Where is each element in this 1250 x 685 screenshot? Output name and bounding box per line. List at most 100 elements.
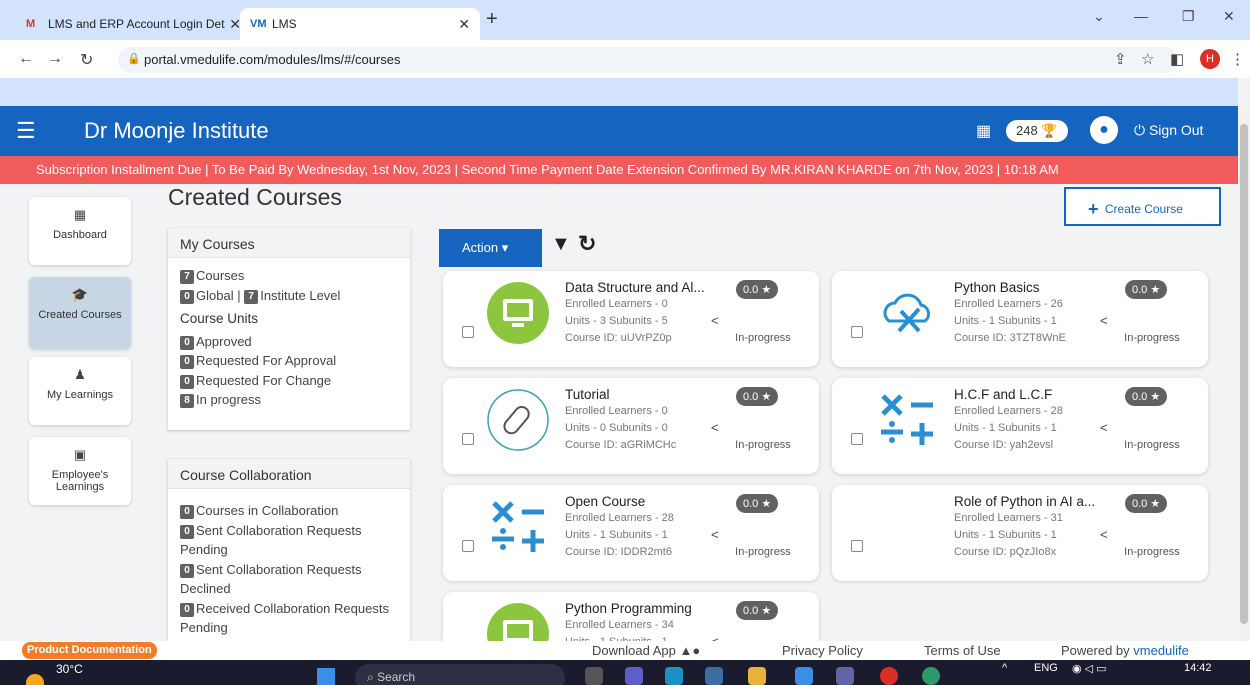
course-title[interactable]: Tutorial [565, 387, 725, 402]
language-indicator[interactable]: ENG [1034, 662, 1058, 674]
browser-tab-gmail[interactable]: M LMS and ERP Account Login Det ✕ [16, 8, 251, 40]
action-dropdown-button[interactable]: Action ▾ [439, 229, 542, 267]
bookmark-star-icon[interactable]: ☆ [1141, 50, 1154, 68]
user-account-icon[interactable]: ● [1090, 116, 1118, 144]
rating-badge: 0.0 ★ [1125, 494, 1168, 513]
tray-chevron-icon[interactable]: ^ [1002, 662, 1007, 674]
course-title[interactable]: H.C.F and L.C.F [954, 387, 1114, 402]
course-title[interactable]: Python Basics [954, 280, 1114, 295]
course-checkbox[interactable] [851, 540, 863, 552]
new-tab-button[interactable]: + [486, 8, 498, 31]
profile-avatar[interactable]: H [1200, 49, 1220, 69]
chrome-icon[interactable] [880, 667, 898, 685]
refresh-icon[interactable]: ↻ [578, 231, 596, 257]
teams-icon[interactable] [625, 667, 643, 685]
clock-time[interactable]: 14:42 [1184, 662, 1212, 674]
course-title[interactable]: Open Course [565, 494, 725, 509]
scrollbar-thumb[interactable] [1240, 124, 1248, 624]
apps-grid-icon[interactable]: ▦ [976, 121, 991, 141]
course-card[interactable]: Python Basics Enrolled Learners - 26 Units… [832, 271, 1208, 367]
course-title[interactable]: Role of Python in AI a... [954, 494, 1114, 509]
lock-icon: 🔒 [127, 53, 141, 65]
restore-button[interactable]: ❐ [1182, 8, 1195, 25]
filter-icon[interactable]: ▼ [551, 233, 571, 256]
sidenav-dashboard[interactable]: ▦ Dashboard [29, 197, 131, 265]
panel-heading: My Courses [168, 228, 410, 258]
hamburger-menu-icon[interactable]: ☰ [16, 118, 36, 144]
rating-value: 0.0 [1132, 391, 1148, 403]
close-window-button[interactable]: ✕ [1223, 8, 1235, 25]
course-status: In-progress [1124, 439, 1180, 451]
monitor-icon [486, 602, 550, 641]
course-card[interactable]: Python Programming Enrolled Learners - 34… [443, 592, 819, 641]
share-icon[interactable]: < [711, 634, 719, 641]
edge-icon[interactable] [665, 667, 683, 685]
forward-icon[interactable]: → [47, 50, 63, 68]
tab-search-icon[interactable]: ⌄ [1093, 8, 1105, 25]
course-checkbox[interactable] [851, 433, 863, 445]
collab-row: 0 Courses in Collaboration [180, 501, 398, 521]
rating-badge: 0.0 ★ [1125, 280, 1168, 299]
file-explorer-icon[interactable] [748, 667, 766, 685]
course-checkbox[interactable] [462, 540, 474, 552]
rating-badge: 0.0 ★ [736, 494, 779, 513]
star-icon: ★ [1150, 284, 1161, 296]
sidenav-label: Employee's Learnings [51, 469, 109, 493]
course-card[interactable]: H.C.F and L.C.F Enrolled Learners - 28 Uni… [832, 378, 1208, 474]
network-volume-icon[interactable]: ◉ ◁ ▭ [1072, 662, 1107, 675]
windows-start-icon[interactable] [317, 668, 335, 685]
level-row: 0 Global | 7 Institute Level [180, 286, 398, 306]
teams-work-icon[interactable] [836, 667, 854, 685]
share-icon[interactable]: < [1100, 527, 1108, 542]
share-page-icon[interactable]: ⇪ [1114, 50, 1127, 68]
sidenav-my-learnings[interactable]: ♟ My Learnings [29, 357, 131, 425]
course-card[interactable]: Role of Python in AI a... Enrolled Learne… [832, 485, 1208, 581]
star-icon: ★ [1150, 498, 1161, 510]
in-progress-row: 8 In progress [180, 390, 398, 410]
settings-app-icon[interactable] [795, 667, 813, 685]
collab-row: 0 Sent Collaboration Requests Declined [180, 560, 398, 599]
temperature[interactable]: 30°C [56, 662, 83, 676]
course-card[interactable]: Data Structure and Al... Enrolled Learner… [443, 271, 819, 367]
sidenav-employees-learnings[interactable]: ▣ Employee's Learnings [29, 437, 131, 505]
share-icon[interactable]: < [1100, 313, 1108, 328]
none [875, 495, 939, 559]
privacy-policy-link[interactable]: Privacy Policy [782, 643, 863, 658]
create-course-label: Create Course [1104, 202, 1183, 216]
sidenav-created-courses[interactable]: 🎓 Created Courses [29, 277, 131, 349]
browser-menu-icon[interactable]: ⋮ [1230, 50, 1245, 68]
back-icon[interactable]: ← [18, 50, 34, 68]
course-checkbox[interactable] [462, 433, 474, 445]
minimize-button[interactable]: — [1134, 8, 1148, 24]
terms-link[interactable]: Terms of Use [924, 643, 1001, 658]
pill-icon [486, 388, 550, 452]
browser-tab-lms[interactable]: VM LMS ✕ [240, 8, 480, 40]
share-icon[interactable]: < [711, 527, 719, 542]
taskbar-search[interactable]: ⌕ Search [355, 664, 565, 685]
task-view-icon[interactable] [585, 667, 603, 685]
app-icon[interactable] [922, 667, 940, 685]
url-field[interactable]: 🔒 portal.vmedulife.com/modules/lms/#/cou… [118, 47, 1178, 73]
points-badge[interactable]: 248 🏆 [1006, 120, 1068, 142]
store-icon[interactable] [705, 667, 723, 685]
download-app-link[interactable]: Download App ▲● [592, 643, 700, 658]
reload-icon[interactable]: ↻ [80, 50, 93, 70]
count-badge: 0 [180, 524, 194, 539]
vmedulife-link[interactable]: vmedulife [1133, 643, 1189, 658]
course-title[interactable]: Data Structure and Al... [565, 280, 725, 295]
page-scrollbar[interactable] [1238, 106, 1250, 646]
enrolled-learners: Enrolled Learners - 26 [954, 298, 1063, 310]
share-icon[interactable]: < [711, 420, 719, 435]
product-documentation-button[interactable]: Product Documentation [22, 642, 157, 659]
course-title[interactable]: Python Programming [565, 601, 725, 616]
course-checkbox[interactable] [851, 326, 863, 338]
create-course-button[interactable]: + Create Course [1064, 187, 1221, 226]
course-card[interactable]: Tutorial Enrolled Learners - 0 Units - 0 S… [443, 378, 819, 474]
close-tab-icon[interactable]: ✕ [458, 16, 470, 33]
share-icon[interactable]: < [1100, 420, 1108, 435]
sign-out-button[interactable]: ⏻ Sign Out [1134, 122, 1203, 139]
share-icon[interactable]: < [711, 313, 719, 328]
side-panel-icon[interactable]: ◧ [1170, 50, 1184, 68]
course-card[interactable]: Open Course Enrolled Learners - 28 Units -… [443, 485, 819, 581]
course-checkbox[interactable] [462, 326, 474, 338]
